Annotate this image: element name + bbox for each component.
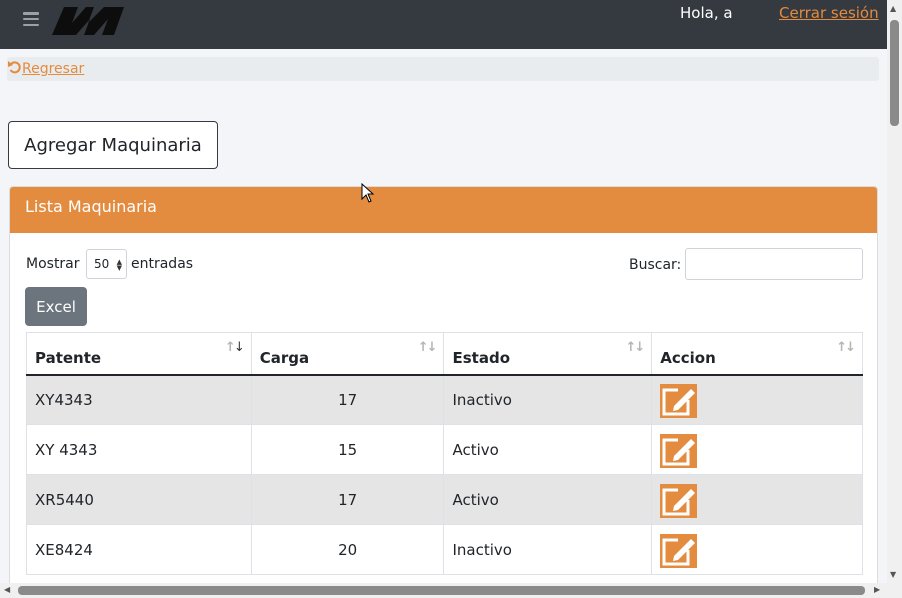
page-length-value: 50 <box>94 257 110 271</box>
cell-patente: XY4343 <box>26 374 252 425</box>
logout-link[interactable]: Cerrar sesión <box>779 4 879 22</box>
horizontal-scrollbar[interactable]: ◀ ▶ <box>0 583 887 598</box>
cell-patente: XR5440 <box>26 474 252 525</box>
machinery-list-card: Lista Maquinaria Mostrar 50 ▲ ▼ entradas … <box>9 186 878 598</box>
top-navbar: Hola, a Cerrar sesión <box>0 0 887 49</box>
undo-icon[interactable] <box>8 60 21 74</box>
cell-patente: XY 4343 <box>26 424 252 475</box>
edit-icon[interactable] <box>660 483 698 518</box>
column-header-patente[interactable]: Patente ↑↓ <box>26 332 252 376</box>
edit-icon[interactable] <box>660 433 698 468</box>
select-arrows-icon: ▲ ▼ <box>116 258 122 272</box>
search-label: Buscar: <box>629 257 682 273</box>
cell-estado: Inactivo <box>443 524 653 575</box>
length-prefix-label: Mostrar <box>26 256 80 272</box>
scroll-up-icon[interactable]: ▲ <box>890 4 896 13</box>
cell-estado: Activo <box>443 424 653 475</box>
scroll-down-icon[interactable]: ▼ <box>890 570 896 579</box>
table-row: XE8424 20 Inactivo <box>26 524 863 575</box>
add-machinery-button[interactable]: Agregar Maquinaria <box>8 121 218 169</box>
column-header-carga[interactable]: Carga ↑↓ <box>250 332 445 376</box>
column-header-accion[interactable]: Accion ↑↓ <box>651 332 863 376</box>
cell-carga: 20 <box>250 524 445 575</box>
scroll-left-icon[interactable]: ◀ <box>4 585 10 594</box>
cell-accion <box>651 424 863 475</box>
length-suffix-label: entradas <box>131 256 194 272</box>
search-input[interactable] <box>685 248 863 280</box>
cell-accion <box>651 374 863 425</box>
sort-icon: ↑↓ <box>625 340 645 355</box>
brand-logo[interactable] <box>48 3 126 37</box>
greeting-text: Hola, a <box>680 4 733 22</box>
card-title: Lista Maquinaria <box>10 187 877 233</box>
edit-icon[interactable] <box>660 383 698 418</box>
cell-estado: Activo <box>443 474 653 525</box>
mouse-cursor-icon <box>361 183 375 203</box>
vertical-scrollbar[interactable]: ▲ ▼ <box>887 0 902 598</box>
scroll-right-icon[interactable]: ▶ <box>874 585 880 594</box>
horizontal-scroll-thumb[interactable] <box>18 586 865 595</box>
hamburger-icon[interactable] <box>23 12 39 26</box>
cell-carga: 17 <box>250 474 445 525</box>
cell-accion <box>651 474 863 525</box>
breadcrumb: Regresar <box>7 57 879 81</box>
sort-icon: ↑↓ <box>836 340 856 355</box>
excel-export-button[interactable]: Excel <box>25 287 87 326</box>
cell-accion <box>651 524 863 575</box>
edit-icon[interactable] <box>660 533 698 568</box>
page-length-select[interactable]: 50 ▲ ▼ <box>86 249 127 279</box>
cell-estado: Inactivo <box>443 374 653 425</box>
machinery-table: Patente ↑↓ Carga ↑↓ Estado ↑↓ Accion ↑↓ XY43… <box>26 332 863 575</box>
sort-asc-icon: ↑↓ <box>224 340 245 355</box>
vertical-scroll-thumb[interactable] <box>890 20 899 126</box>
table-row: XY4343 17 Inactivo <box>26 374 863 425</box>
back-link[interactable]: Regresar <box>22 61 84 77</box>
sort-icon: ↑↓ <box>417 340 438 355</box>
table-row: XY 4343 15 Activo <box>26 424 863 475</box>
cell-carga: 15 <box>250 424 445 475</box>
table-row: XR5440 17 Activo <box>26 474 863 525</box>
column-header-estado[interactable]: Estado ↑↓ <box>443 332 653 376</box>
cell-patente: XE8424 <box>26 524 252 575</box>
cell-carga: 17 <box>250 374 445 425</box>
